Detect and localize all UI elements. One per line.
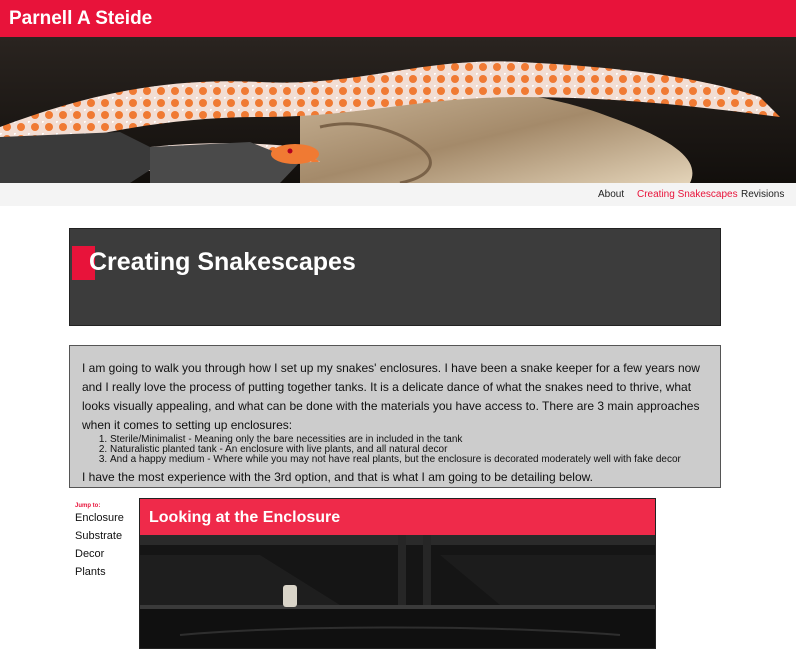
section-title: Looking at the Enclosure <box>149 509 341 526</box>
section-header: Looking at the Enclosure <box>140 499 655 535</box>
page-title: Creating Snakescapes <box>89 248 356 276</box>
snake-photo <box>0 37 796 183</box>
list-item: And a happy medium - Where while you may… <box>110 455 708 465</box>
top-bar: Parnell A Steide <box>0 0 796 37</box>
jump-link-substrate[interactable]: Substrate <box>75 527 124 545</box>
hero-image <box>0 37 796 183</box>
jump-link-plants[interactable]: Plants <box>75 563 124 581</box>
enclosure-section: Looking at the Enclosure <box>139 498 656 649</box>
nav-link-creating-snakescapes[interactable]: Creating Snakescapes <box>637 189 738 200</box>
title-panel: Creating Snakescapes <box>69 228 721 326</box>
jump-link-enclosure[interactable]: Enclosure <box>75 509 124 527</box>
approaches-list: Sterile/Minimalist - Meaning only the ba… <box>110 435 708 465</box>
jump-link-decor[interactable]: Decor <box>75 545 124 563</box>
main-nav: About Creating Snakescapes Revisions <box>0 183 796 206</box>
intro-panel: I am going to walk you through how I set… <box>69 345 721 488</box>
site-title[interactable]: Parnell A Steide <box>9 8 152 30</box>
intro-closing: I have the most experience with the 3rd … <box>82 470 593 484</box>
nav-link-about[interactable]: About <box>598 189 624 200</box>
nav-link-revisions[interactable]: Revisions <box>741 189 784 200</box>
intro-paragraph: I am going to walk you through how I set… <box>82 361 700 432</box>
enclosure-photo <box>140 535 655 648</box>
jump-to-menu: Jump to: Enclosure Substrate Decor Plant… <box>75 503 124 581</box>
